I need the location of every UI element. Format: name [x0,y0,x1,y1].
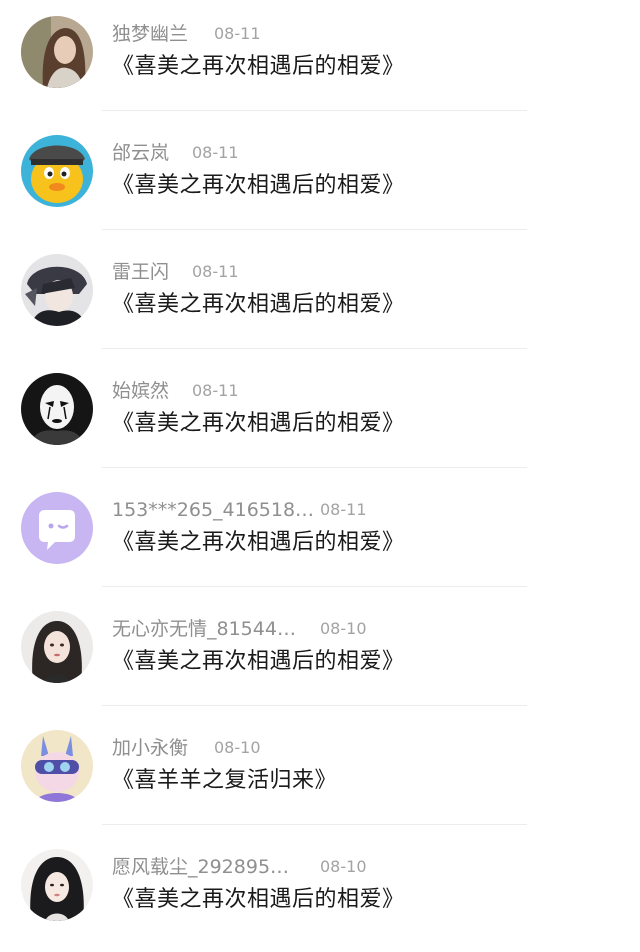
comment-date: 08-11 [192,143,239,162]
username[interactable]: 雷王闪 [112,260,169,284]
avatar[interactable] [21,254,93,326]
comment-item[interactable]: 无心亦无情_81544… 08-10 《喜美之再次相遇后的相爱》 [0,595,640,714]
comment-date: 08-10 [214,738,261,757]
comment-date: 08-11 [192,381,239,400]
girl-dark-hair-avatar-icon [21,611,93,683]
divider [102,110,527,111]
comment-item[interactable]: 始嫔然 08-11 《喜美之再次相遇后的相爱》 [0,357,640,476]
avatar[interactable] [21,16,93,88]
comment-text: 《喜美之再次相遇后的相爱》 [112,54,405,79]
cartoon-rabbit-avatar-icon [21,730,93,802]
divider [102,586,527,587]
comment-text: 《喜美之再次相遇后的相爱》 [112,530,405,555]
comment-text: 《喜美之再次相遇后的相爱》 [112,173,405,198]
username[interactable]: 加小永衡 [112,736,188,760]
comment-date: 08-11 [192,262,239,281]
avatar[interactable] [21,373,93,445]
comment-text: 《喜美之再次相遇后的相爱》 [112,292,405,317]
anime-boy-avatar-icon [21,254,93,326]
avatar[interactable] [21,611,93,683]
avatar[interactable] [21,492,93,564]
comment-list: 独梦幽兰 08-11 《喜美之再次相遇后的相爱》 邰云岚 08-11 《喜美之再… [0,0,640,948]
yellow-chick-avatar-icon [21,135,93,207]
username[interactable]: 153***265_416518… [112,498,314,522]
comment-item[interactable]: 加小永衡 08-10 《喜羊羊之复活归来》 [0,714,640,833]
divider [102,348,527,349]
comment-text: 《喜美之再次相遇后的相爱》 [112,887,405,912]
divider [102,229,527,230]
girl-black-hair-avatar-icon [21,849,93,921]
avatar[interactable] [21,135,93,207]
comment-text: 《喜美之再次相遇后的相爱》 [112,649,405,674]
comment-text: 《喜羊羊之复活归来》 [112,768,338,793]
username[interactable]: 邰云岚 [112,141,169,165]
mime-mask-avatar-icon [21,373,93,445]
comment-item[interactable]: 153***265_416518… 08-11 《喜美之再次相遇后的相爱》 [0,476,640,595]
comment-date: 08-10 [320,619,367,638]
avatar[interactable] [21,849,93,921]
divider [102,824,527,825]
comment-date: 08-10 [320,857,367,876]
comment-text: 《喜美之再次相遇后的相爱》 [112,411,405,436]
username[interactable]: 独梦幽兰 [112,22,188,46]
username[interactable]: 无心亦无情_81544… [112,617,296,641]
girl-long-hair-avatar-icon [21,16,93,88]
avatar[interactable] [21,730,93,802]
comment-date: 08-11 [214,24,261,43]
comment-item[interactable]: 愿风载尘_292895… 08-10 《喜美之再次相遇后的相爱》 [0,833,640,952]
divider [102,467,527,468]
username[interactable]: 始嫔然 [112,379,169,403]
comment-item[interactable]: 独梦幽兰 08-11 《喜美之再次相遇后的相爱》 [0,0,640,119]
chat-bubble-avatar-icon [21,492,93,564]
comment-item[interactable]: 雷王闪 08-11 《喜美之再次相遇后的相爱》 [0,238,640,357]
username[interactable]: 愿风载尘_292895… [112,855,289,879]
divider [102,705,527,706]
comment-date: 08-11 [320,500,367,519]
comment-item[interactable]: 邰云岚 08-11 《喜美之再次相遇后的相爱》 [0,119,640,238]
